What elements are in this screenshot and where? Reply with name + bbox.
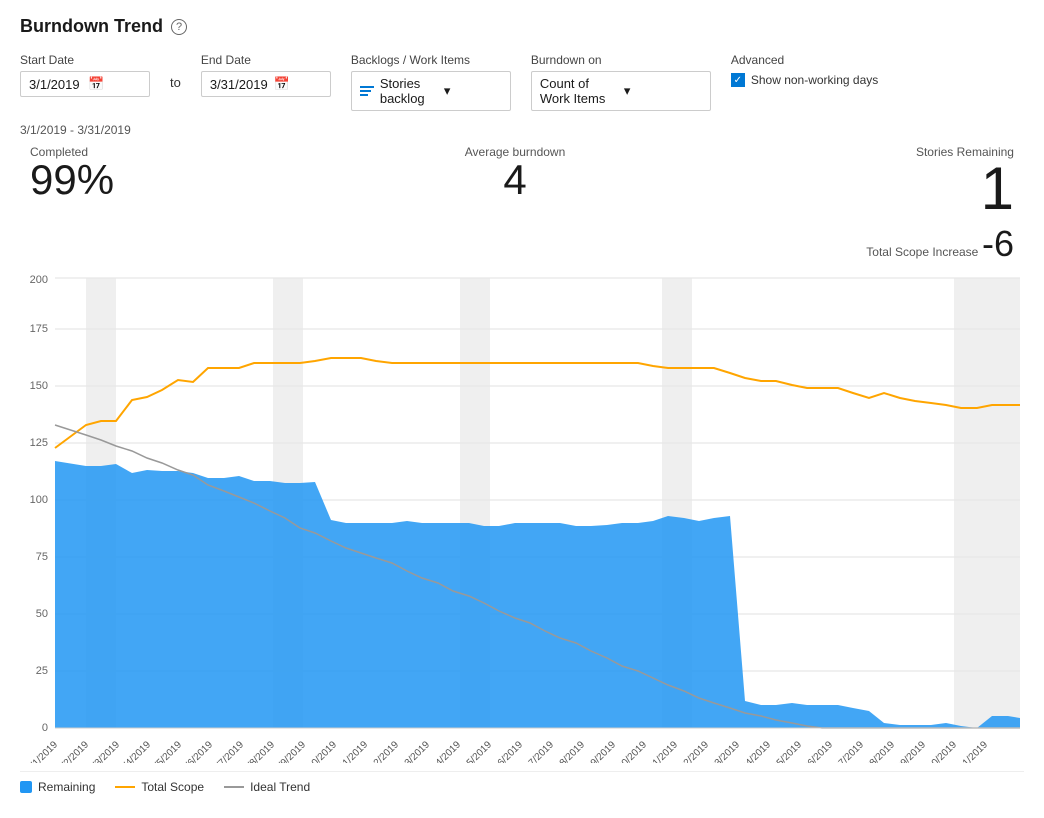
- svg-text:3/15/2019: 3/15/2019: [455, 739, 495, 763]
- calendar-icon-2: 📅: [274, 76, 322, 92]
- chart-container: 0 25 50 75 100 125 150 175 200: [20, 273, 1024, 763]
- svg-text:3/10/2019: 3/10/2019: [300, 739, 340, 763]
- svg-text:3/26/2019: 3/26/2019: [796, 739, 836, 763]
- chevron-down-icon-2: ▾: [624, 83, 702, 99]
- chevron-down-icon: ▾: [444, 83, 502, 99]
- svg-text:3/17/2019: 3/17/2019: [517, 739, 557, 763]
- total-scope-legend-label: Total Scope: [141, 780, 204, 794]
- completed-stat: Completed 99%: [30, 145, 114, 201]
- burndown-value: Count of Work Items: [540, 76, 618, 106]
- legend-remaining: Remaining: [20, 780, 95, 794]
- start-date-value: 3/1/2019: [29, 77, 82, 92]
- svg-text:3/22/2019: 3/22/2019: [672, 739, 712, 763]
- svg-text:3/27/2019: 3/27/2019: [827, 739, 867, 763]
- end-date-input[interactable]: 3/31/2019 📅: [201, 71, 331, 97]
- burndown-group: Burndown on Count of Work Items ▾: [531, 53, 711, 111]
- help-icon[interactable]: ?: [171, 19, 187, 35]
- svg-text:3/7/2019: 3/7/2019: [211, 739, 247, 763]
- remaining-label: Remaining: [38, 780, 95, 794]
- svg-text:3/16/2019: 3/16/2019: [486, 739, 526, 763]
- chart-legend: Remaining Total Scope Ideal Trend: [20, 771, 1024, 802]
- total-scope-label: Total Scope Increase: [866, 245, 978, 259]
- end-date-group: End Date 3/31/2019 📅: [201, 53, 331, 97]
- svg-text:50: 50: [36, 608, 48, 620]
- svg-text:200: 200: [30, 274, 48, 286]
- svg-text:3/4/2019: 3/4/2019: [118, 739, 154, 763]
- end-date-label: End Date: [201, 53, 331, 67]
- start-date-label: Start Date: [20, 53, 150, 67]
- svg-text:3/19/2019: 3/19/2019: [579, 739, 619, 763]
- advanced-label: Advanced: [731, 53, 878, 67]
- burndown-dropdown[interactable]: Count of Work Items ▾: [531, 71, 711, 111]
- svg-text:25: 25: [36, 665, 48, 677]
- show-nonworking-checkbox[interactable]: [731, 73, 745, 87]
- svg-text:0: 0: [42, 722, 48, 734]
- show-nonworking-row: Show non-working days: [731, 71, 878, 87]
- backlogs-group: Backlogs / Work Items Stories backlog ▾: [351, 53, 511, 111]
- end-date-value: 3/31/2019: [210, 77, 268, 92]
- svg-text:3/3/2019: 3/3/2019: [87, 739, 123, 763]
- svg-text:3/8/2019: 3/8/2019: [242, 739, 278, 763]
- avg-burndown-value: 4: [465, 159, 566, 201]
- svg-text:75: 75: [36, 551, 48, 563]
- svg-text:3/9/2019: 3/9/2019: [273, 739, 309, 763]
- svg-text:3/21/2019: 3/21/2019: [641, 739, 681, 763]
- svg-text:3/23/2019: 3/23/2019: [703, 739, 743, 763]
- backlogs-dropdown[interactable]: Stories backlog ▾: [351, 71, 511, 111]
- total-scope-color-swatch: [115, 786, 135, 788]
- stories-remaining-value: 1: [916, 159, 1014, 219]
- svg-text:125: 125: [30, 437, 48, 449]
- svg-text:3/30/2019: 3/30/2019: [920, 739, 960, 763]
- svg-text:3/25/2019: 3/25/2019: [765, 739, 805, 763]
- avg-burndown-stat: Average burndown 4: [465, 145, 566, 201]
- calendar-icon: 📅: [88, 76, 141, 92]
- svg-text:100: 100: [30, 494, 48, 506]
- svg-text:3/5/2019: 3/5/2019: [149, 739, 185, 763]
- svg-text:3/18/2019: 3/18/2019: [548, 739, 588, 763]
- svg-text:3/28/2019: 3/28/2019: [858, 739, 898, 763]
- svg-text:3/24/2019: 3/24/2019: [734, 739, 774, 763]
- completed-value: 99%: [30, 159, 114, 201]
- advanced-group: Advanced Show non-working days: [731, 53, 878, 87]
- svg-text:150: 150: [30, 380, 48, 392]
- legend-total-scope: Total Scope: [115, 780, 204, 794]
- start-date-input[interactable]: 3/1/2019 📅: [20, 71, 150, 97]
- backlog-icon: [360, 86, 374, 96]
- svg-text:3/31/2019: 3/31/2019: [951, 739, 991, 763]
- stories-remaining-stat: Stories Remaining 1: [916, 145, 1014, 219]
- total-scope-line: [55, 358, 1020, 448]
- svg-text:3/14/2019: 3/14/2019: [424, 739, 464, 763]
- svg-text:3/20/2019: 3/20/2019: [610, 739, 650, 763]
- burndown-label: Burndown on: [531, 53, 711, 67]
- backlogs-value: Stories backlog: [380, 76, 438, 106]
- svg-text:3/11/2019: 3/11/2019: [331, 739, 370, 763]
- legend-ideal-trend: Ideal Trend: [224, 780, 310, 794]
- show-nonworking-label: Show non-working days: [751, 73, 878, 87]
- svg-text:3/29/2019: 3/29/2019: [889, 739, 929, 763]
- burndown-chart: 0 25 50 75 100 125 150 175 200: [20, 273, 1024, 763]
- svg-text:3/6/2019: 3/6/2019: [180, 739, 216, 763]
- svg-text:3/2/2019: 3/2/2019: [56, 739, 92, 763]
- remaining-color-swatch: [20, 781, 32, 793]
- svg-text:3/1/2019: 3/1/2019: [25, 739, 61, 763]
- ideal-trend-label: Ideal Trend: [250, 780, 310, 794]
- to-label: to: [170, 53, 181, 90]
- header: Burndown Trend ?: [20, 16, 1024, 37]
- remaining-area: [55, 461, 1020, 728]
- backlogs-label: Backlogs / Work Items: [351, 53, 511, 67]
- date-range: 3/1/2019 - 3/31/2019: [20, 123, 1024, 137]
- total-scope-value: -6: [982, 223, 1014, 264]
- svg-text:3/13/2019: 3/13/2019: [393, 739, 433, 763]
- controls-row: Start Date 3/1/2019 📅 to End Date 3/31/2…: [20, 53, 1024, 111]
- svg-text:175: 175: [30, 323, 48, 335]
- svg-text:3/12/2019: 3/12/2019: [362, 739, 402, 763]
- ideal-trend-color-swatch: [224, 786, 244, 788]
- page: Burndown Trend ? Start Date 3/1/2019 📅 t…: [0, 0, 1044, 818]
- start-date-group: Start Date 3/1/2019 📅: [20, 53, 150, 97]
- page-title: Burndown Trend: [20, 16, 163, 37]
